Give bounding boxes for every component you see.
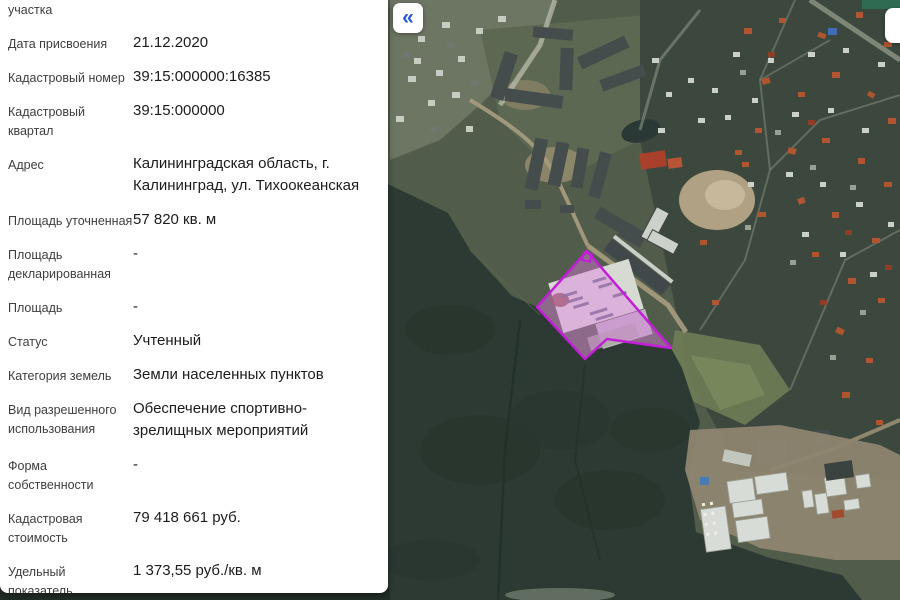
parcel-info-panel: участка Дата присвоения 21.12.2020 Кадас… bbox=[0, 0, 388, 593]
info-value: Земли населенных пунктов bbox=[133, 364, 376, 386]
info-row: Кадастровая стоимость 79 418 661 руб. bbox=[8, 507, 376, 548]
info-value: 21.12.2020 bbox=[133, 32, 376, 54]
info-row: Форма собственности - bbox=[8, 454, 376, 495]
info-value: Учтенный bbox=[133, 330, 376, 352]
info-row: Площадь - bbox=[8, 296, 376, 318]
info-value: - bbox=[133, 296, 376, 318]
info-row: Кадастровый номер 39:15:000000:16385 bbox=[8, 66, 376, 88]
truncated-label-tail: участка bbox=[8, 2, 376, 19]
info-label: Категория земель bbox=[8, 364, 133, 386]
info-label: Форма собственности bbox=[8, 454, 133, 495]
info-value: Обеспечение спортивно-зрелищных мероприя… bbox=[133, 398, 376, 442]
info-row: Вид разрешенного использования Обеспечен… bbox=[8, 398, 376, 442]
info-value: 57 820 кв. м bbox=[133, 209, 376, 231]
info-label: Удельный показатель кадастровой стоимост… bbox=[8, 560, 133, 593]
info-label: Кадастровый номер bbox=[8, 66, 133, 88]
info-value: 39:15:000000:16385 bbox=[133, 66, 376, 88]
info-label: Площадь bbox=[8, 296, 133, 318]
info-value: 79 418 661 руб. bbox=[133, 507, 376, 529]
info-label: Вид разрешенного использования bbox=[8, 398, 133, 439]
info-label: Площадь уточненная bbox=[8, 209, 133, 231]
info-label: Кадастровый квартал bbox=[8, 100, 133, 141]
parcel-attributes-list: Дата присвоения 21.12.2020 Кадастровый н… bbox=[8, 32, 376, 593]
info-value: - bbox=[133, 243, 376, 265]
info-label: Адрес bbox=[8, 153, 133, 175]
info-row: Площадь уточненная 57 820 кв. м bbox=[8, 209, 376, 231]
info-row: Статус Учтенный bbox=[8, 330, 376, 352]
info-row: Кадастровый квартал 39:15:000000 bbox=[8, 100, 376, 141]
info-row: Площадь декларированная - bbox=[8, 243, 376, 284]
industrial-layer bbox=[685, 425, 900, 560]
info-value: 1 373,55 руб./кв. м bbox=[133, 560, 376, 582]
info-row: Адрес Калининградская область, г. Калини… bbox=[8, 153, 376, 197]
info-label: Дата присвоения bbox=[8, 32, 133, 54]
collapse-panel-button[interactable]: « bbox=[393, 3, 423, 33]
info-label: Кадастровая стоимость bbox=[8, 507, 133, 548]
info-row: Категория земель Земли населенных пункто… bbox=[8, 364, 376, 386]
info-row: Удельный показатель кадастровой стоимост… bbox=[8, 560, 376, 593]
info-label: Площадь декларированная bbox=[8, 243, 133, 284]
info-value: 39:15:000000 bbox=[133, 100, 376, 122]
map-toolbar-button[interactable] bbox=[885, 8, 900, 43]
info-label: Статус bbox=[8, 330, 133, 352]
info-row: Дата присвоения 21.12.2020 bbox=[8, 32, 376, 54]
double-chevron-left-icon: « bbox=[402, 7, 414, 28]
info-value: Калининградская область, г. Калининград,… bbox=[133, 153, 376, 197]
info-value: - bbox=[133, 454, 376, 476]
app-window: « участка Дата присвоения 21.12.2020 Кад… bbox=[0, 0, 900, 600]
